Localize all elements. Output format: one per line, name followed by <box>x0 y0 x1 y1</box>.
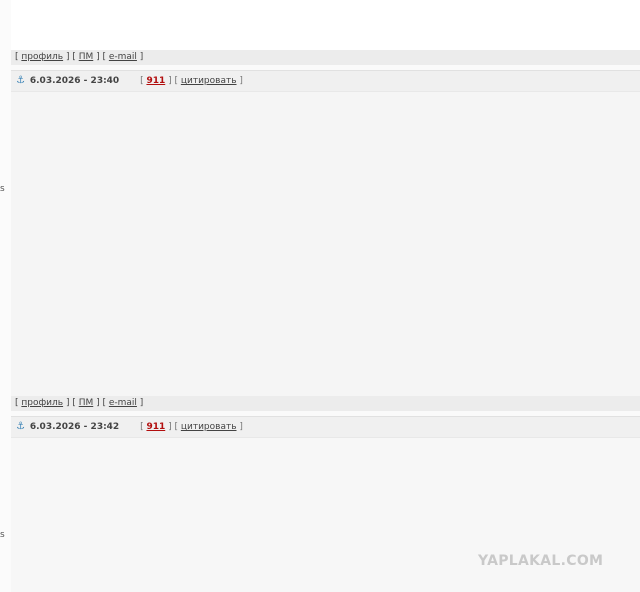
bracket: ] [ <box>93 52 109 62</box>
email-link[interactable]: e-mail <box>109 52 137 62</box>
rating-link[interactable]: 911 <box>146 422 165 432</box>
left-gutter <box>0 0 11 592</box>
email-link[interactable]: e-mail <box>109 398 137 408</box>
side-mark: s <box>0 184 5 194</box>
post-links-bar-1: [ профиль ] [ ПМ ] [ e-mail ] <box>11 50 640 65</box>
post-header-2: ⚓ 6.03.2026 - 23:42 [ 911 ] [ цитировать… <box>11 416 640 438</box>
post-header-1: ⚓ 6.03.2026 - 23:40 [ 911 ] [ цитировать… <box>11 70 640 92</box>
post-date: 6.03.2026 - 23:42 <box>29 422 120 432</box>
post-date: 6.03.2026 - 23:40 <box>29 76 120 86</box>
bracket: ] <box>236 422 243 432</box>
side-mark: s <box>0 530 5 540</box>
anchor-icon[interactable]: ⚓ <box>16 71 27 91</box>
profile-link[interactable]: профиль <box>21 398 63 408</box>
profile-link[interactable]: профиль <box>21 52 63 62</box>
bracket: ] [ <box>63 52 79 62</box>
previous-post-body <box>11 0 640 50</box>
pm-link[interactable]: ПМ <box>79 52 94 62</box>
bracket: ] <box>136 398 144 408</box>
pm-link[interactable]: ПМ <box>79 398 94 408</box>
bracket: ] <box>136 52 144 62</box>
post-body-1 <box>11 92 640 396</box>
anchor-icon[interactable]: ⚓ <box>16 417 27 437</box>
rating-group: [ 911 ] [ цитировать ] <box>140 76 243 86</box>
rating-link[interactable]: 911 <box>146 76 165 86</box>
site-watermark-logo: YAPLAKAL.COM <box>478 553 604 569</box>
quote-link[interactable]: цитировать <box>181 76 237 86</box>
rating-group: [ 911 ] [ цитировать ] <box>140 422 243 432</box>
bracket: ] [ <box>63 398 79 408</box>
post-links-bar-2: [ профиль ] [ ПМ ] [ e-mail ] <box>11 396 640 411</box>
quote-link[interactable]: цитировать <box>181 422 237 432</box>
bracket: ] [ <box>93 398 109 408</box>
bracket: ] [ <box>165 76 181 86</box>
bracket: ] <box>236 76 243 86</box>
bracket: ] [ <box>165 422 181 432</box>
